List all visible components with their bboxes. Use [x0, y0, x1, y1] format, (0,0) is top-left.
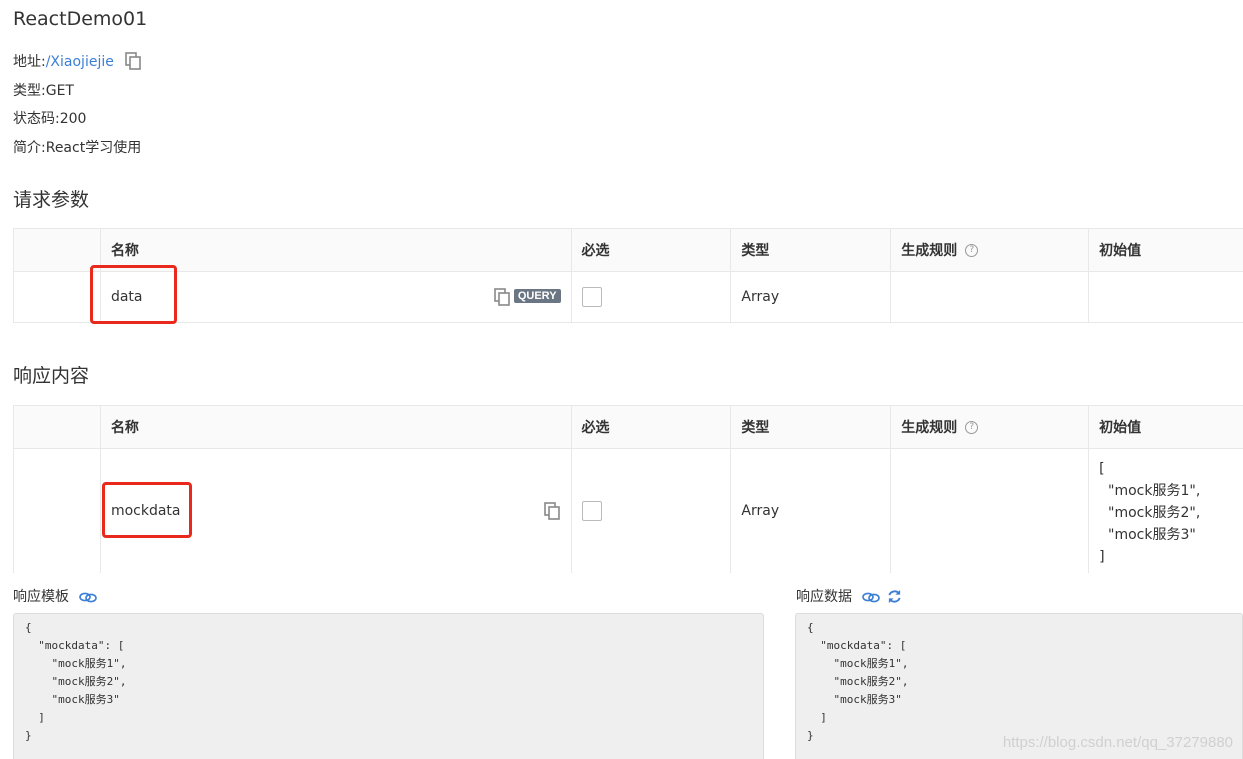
desc-row: 简介:React学习使用: [13, 137, 141, 157]
required-checkbox[interactable]: [581, 501, 602, 521]
header-type: 类型: [731, 406, 892, 448]
template-code[interactable]: { "mockdata": [ "mock服务1", "mock服务2", "m…: [13, 613, 764, 759]
address-row: 地址:/Xiaojiejie: [13, 51, 142, 71]
desc-value: React学习使用: [45, 140, 142, 156]
response-section-title: 响应内容: [13, 365, 90, 387]
status-value: 200: [59, 111, 87, 127]
data-label: 响应数据: [796, 589, 852, 605]
table-header: 名称 必选 类型 生成规则? 初始值: [14, 229, 1243, 272]
address-link[interactable]: /Xiaojiejie: [46, 54, 114, 70]
highlight-box: [102, 482, 192, 538]
header-name: 名称: [101, 406, 572, 448]
highlight-box: [90, 265, 177, 324]
link-icon[interactable]: [79, 590, 98, 608]
type-label: 类型:: [13, 83, 46, 99]
watermark: https://blog.csdn.net/qq_37279880: [1002, 734, 1233, 751]
header-type: 类型: [731, 229, 892, 271]
status-label: 状态码:: [13, 111, 60, 127]
help-icon[interactable]: ?: [965, 420, 979, 434]
query-badge: QUERY: [513, 289, 561, 303]
param-initial: [1089, 272, 1243, 322]
table-row: data QUERY Array: [14, 272, 1243, 323]
type-row: 类型:GET: [13, 80, 74, 100]
table-header: 名称 必选 类型 生成规则? 初始值: [14, 406, 1243, 449]
type-value: GET: [45, 83, 74, 99]
data-label-row: 响应数据: [796, 586, 902, 608]
help-icon[interactable]: ?: [965, 243, 979, 257]
table-row: mockdata Array [ "mock服务1", "mock服务2", "…: [14, 449, 1243, 573]
desc-label: 简介:: [13, 140, 46, 156]
template-label-row: 响应模板: [13, 586, 98, 608]
response-type: Array: [731, 449, 892, 573]
template-label: 响应模板: [13, 589, 69, 605]
header-rule: 生成规则?: [891, 229, 1090, 271]
required-checkbox[interactable]: [581, 287, 602, 307]
page-title: ReactDemo01: [13, 8, 148, 30]
header-initial: 初始值: [1099, 243, 1142, 259]
header-initial: 初始值: [1099, 420, 1142, 436]
response-initial: [ "mock服务1", "mock服务2", "mock服务3" ]: [1099, 461, 1201, 565]
param-type: Array: [731, 272, 892, 322]
request-table: 名称 必选 类型 生成规则? 初始值 data QUERY Array: [13, 228, 1243, 323]
copy-icon[interactable]: [124, 52, 142, 70]
link-icon[interactable]: [862, 590, 881, 608]
copy-icon[interactable]: [543, 502, 561, 524]
refresh-icon[interactable]: [887, 589, 902, 608]
copy-icon[interactable]: [493, 288, 511, 310]
header-required: 必选: [572, 406, 732, 448]
address-label: 地址:: [13, 54, 46, 70]
response-table: 名称 必选 类型 生成规则? 初始值 mockdata Array [ "moc…: [13, 405, 1243, 573]
header-rule: 生成规则?: [891, 406, 1090, 448]
status-row: 状态码:200: [13, 108, 86, 128]
response-rule: [891, 449, 1090, 573]
request-section-title: 请求参数: [13, 189, 90, 211]
param-rule: [891, 272, 1090, 322]
header-required: 必选: [572, 229, 732, 271]
